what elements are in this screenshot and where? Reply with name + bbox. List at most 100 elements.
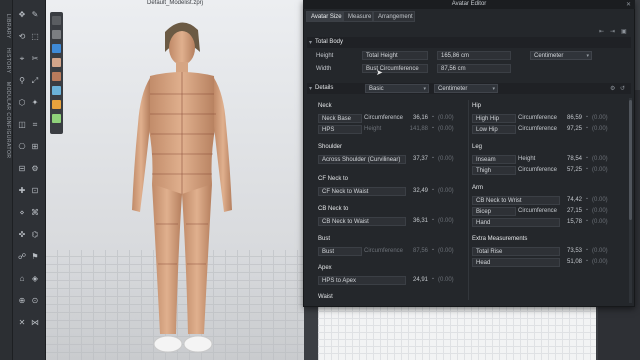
palette-swatch[interactable] — [52, 16, 61, 25]
dot-circle-tool-icon[interactable]: ⊙ — [30, 296, 40, 306]
stepper-icon[interactable]: ▴ — [431, 114, 435, 122]
measure-value[interactable]: 57,25 — [562, 167, 582, 173]
gear-tool-icon[interactable]: ⚙ — [30, 164, 40, 174]
measure-value[interactable]: 36,16 — [408, 115, 428, 121]
tab-library[interactable]: LIBRARY — [5, 14, 11, 39]
save-icon[interactable]: ▣ — [621, 28, 627, 35]
measure-name[interactable]: CF Neck to Waist — [318, 187, 406, 196]
measure-name[interactable]: Neck Base — [318, 114, 362, 123]
stepper-icon[interactable]: ▴ — [431, 125, 435, 133]
bust-circumference-selector[interactable]: Bust Circumference — [362, 64, 428, 73]
stepper-icon[interactable]: ▴ — [431, 187, 435, 195]
stepper-icon[interactable]: ▴ — [585, 166, 589, 174]
stepper-icon[interactable]: ▴ — [431, 276, 435, 284]
settings-icon[interactable]: ⚙ — [610, 85, 615, 92]
select-tool-icon[interactable]: ⬚ — [30, 32, 40, 42]
import-icon[interactable]: ⇤ — [599, 28, 604, 35]
target-tool-icon[interactable]: ⌖ — [17, 54, 27, 64]
grid-minus-tool-icon[interactable]: ⊟ — [17, 164, 27, 174]
measure-value[interactable]: 141,88 — [408, 126, 428, 132]
measure-value[interactable]: 78,54 — [562, 156, 582, 162]
measure-name[interactable]: Hand — [472, 218, 560, 227]
star-tool-icon[interactable]: ✦ — [30, 98, 40, 108]
home-tool-icon[interactable]: ⌂ — [17, 274, 27, 284]
tab-modular-configurator[interactable]: MODULAR CONFIGURATOR — [5, 82, 11, 158]
measure-name[interactable]: Total Rise — [472, 247, 560, 256]
grid-plus-tool-icon[interactable]: ⊞ — [30, 142, 40, 152]
measure-name[interactable]: Bust — [318, 247, 362, 256]
measure-value[interactable]: 24,91 — [408, 277, 428, 283]
measure-value[interactable]: 51,08 — [562, 259, 582, 265]
flag-tool-icon[interactable]: ⚑ — [30, 252, 40, 262]
measure-value[interactable]: 37,37 — [408, 156, 428, 162]
measure-name[interactable]: HPS — [318, 125, 362, 134]
pin-tool-icon[interactable]: ⚲ — [17, 76, 27, 86]
measure-value[interactable]: 74,42 — [562, 197, 582, 203]
scale-tool-icon[interactable]: ⤢ — [30, 76, 40, 86]
tab-measure[interactable]: Measure — [343, 11, 373, 22]
measure-value[interactable]: 32,49 — [408, 188, 428, 194]
stepper-icon[interactable]: ▴ — [585, 218, 589, 226]
measure-value[interactable]: 15,78 — [562, 219, 582, 225]
details-unit-select[interactable]: Centimeter ▾ — [434, 84, 498, 93]
command-tool-icon[interactable]: ⌘ — [30, 208, 40, 218]
total-height-value[interactable]: 165,86 cm — [437, 51, 511, 60]
measure-name[interactable]: High Hip — [472, 114, 516, 123]
stepper-icon[interactable]: ▴ — [585, 258, 589, 266]
palette-swatch[interactable] — [52, 86, 61, 95]
palette-swatch[interactable] — [52, 44, 61, 53]
palette-swatch[interactable] — [52, 100, 61, 109]
measure-value[interactable]: 86,59 — [562, 115, 582, 121]
bowtie-tool-icon[interactable]: ⋈ — [30, 318, 40, 328]
unit-select[interactable]: Centimeter ▾ — [530, 51, 592, 60]
link-tool-icon[interactable]: ☍ — [17, 252, 27, 262]
reset-icon[interactable]: ↺ — [620, 85, 625, 92]
stepper-icon[interactable]: ▴ — [585, 125, 589, 133]
rotate-tool-icon[interactable]: ⟲ — [17, 32, 27, 42]
palette-swatch[interactable] — [52, 30, 61, 39]
measure-name[interactable]: Inseam — [472, 155, 516, 164]
measure-value[interactable]: 27,15 — [562, 208, 582, 214]
measure-value[interactable]: 87,56 — [408, 248, 428, 254]
tab-history[interactable]: HISTORY — [5, 48, 11, 74]
palette-swatch[interactable] — [52, 114, 61, 123]
collapse-icon[interactable]: ▾ — [309, 39, 312, 46]
add-tool-icon[interactable]: ✚ — [17, 186, 27, 196]
measure-name[interactable]: Bicep — [472, 207, 516, 216]
measure-name[interactable]: CB Neck to Waist — [318, 217, 406, 226]
measure-name[interactable]: Across Shoulder (Curvilinear) — [318, 155, 406, 164]
close-icon[interactable]: ✕ — [626, 1, 631, 8]
measure-value[interactable]: 97,25 — [562, 126, 582, 132]
diamond-tool-icon[interactable]: ⋄ — [17, 208, 27, 218]
cut-tool-icon[interactable]: ✂ — [30, 54, 40, 64]
measure-name[interactable]: Low Hip — [472, 125, 516, 134]
tab-avatar-size[interactable]: Avatar Size — [306, 11, 343, 22]
measure-name[interactable]: Head — [472, 258, 560, 267]
move-tool-icon[interactable]: ✥ — [17, 10, 27, 20]
panel-tool-icon[interactable]: ◫ — [17, 120, 27, 130]
export-icon[interactable]: ⇥ — [610, 28, 615, 35]
tab-arrangement[interactable]: Arrangement — [373, 11, 415, 22]
bust-width-value[interactable]: 87,56 cm — [437, 64, 511, 73]
polygon-tool-icon[interactable]: ⬡ — [17, 98, 27, 108]
total-height-selector[interactable]: Total Height — [362, 51, 428, 60]
stepper-icon[interactable]: ▴ — [585, 207, 589, 215]
benzene-tool-icon[interactable]: ⌬ — [30, 230, 40, 240]
stepper-icon[interactable]: ▴ — [585, 155, 589, 163]
stepper-icon[interactable]: ▴ — [585, 114, 589, 122]
total-body-header[interactable] — [307, 37, 631, 48]
hex-tool-icon[interactable]: ⎔ — [17, 142, 27, 152]
stepper-icon[interactable]: ▴ — [431, 217, 435, 225]
measure-name[interactable]: CB Neck to Wrist — [472, 196, 560, 205]
palette-swatch[interactable] — [52, 72, 61, 81]
stepper-icon[interactable]: ▴ — [431, 155, 435, 163]
measure-name[interactable]: Thigh — [472, 166, 516, 175]
hash-tool-icon[interactable]: ⌗ — [30, 120, 40, 130]
measure-value[interactable]: 36,31 — [408, 218, 428, 224]
scrollbar-thumb[interactable] — [629, 100, 632, 220]
collapse-icon[interactable]: ▾ — [309, 85, 312, 92]
stepper-icon[interactable]: ▴ — [585, 247, 589, 255]
plus-circle-tool-icon[interactable]: ⊕ — [17, 296, 27, 306]
cross-tool-icon[interactable]: ✜ — [17, 230, 27, 240]
measure-value[interactable]: 73,53 — [562, 248, 582, 254]
